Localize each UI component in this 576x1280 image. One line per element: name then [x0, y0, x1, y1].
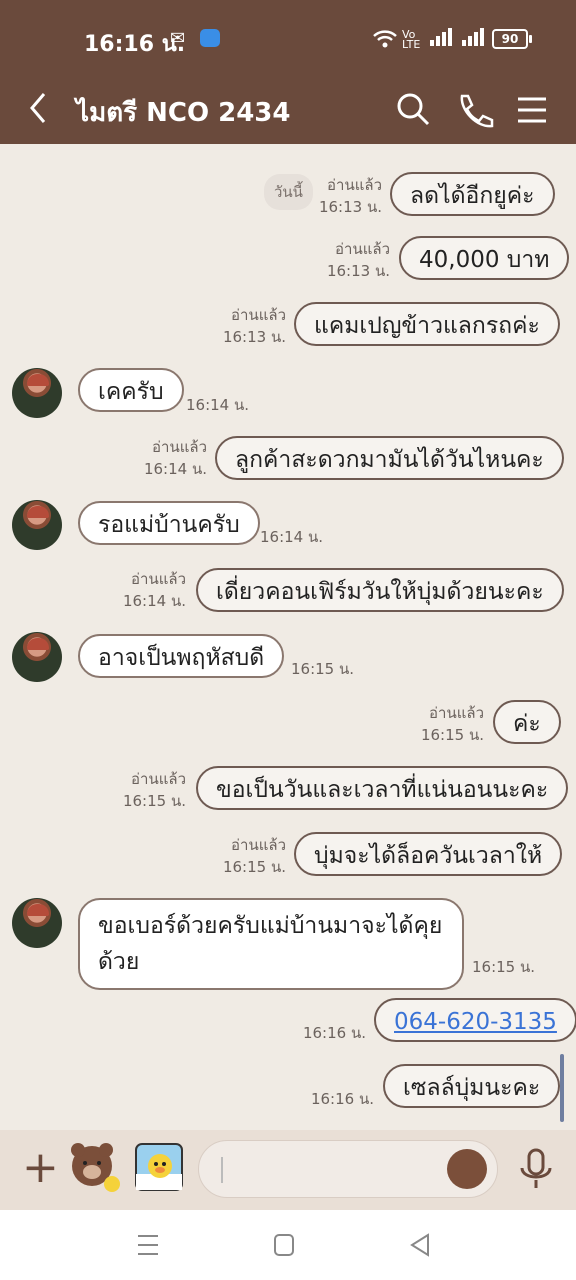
- call-icon[interactable]: [452, 88, 496, 132]
- app-icon: [200, 29, 220, 47]
- scrollbar[interactable]: [560, 1054, 564, 1122]
- plus-icon[interactable]: +: [22, 1144, 59, 1192]
- message-meta: อ่านแล้ว 16:13 น.: [222, 306, 286, 346]
- chat-title: ไมตรี NCO 2434: [76, 98, 291, 128]
- message-meta: อ่านแล้ว 16:14 น.: [122, 570, 186, 610]
- chat-header: ไมตรี NCO 2434: [0, 78, 576, 144]
- message-time: 16:14 น.: [260, 528, 324, 546]
- volte-icon: Vo LTE: [402, 28, 421, 51]
- message-meta: อ่านแล้ว 16:15 น.: [222, 836, 286, 876]
- bear-emoji-icon[interactable]: [447, 1149, 487, 1189]
- input-bar: +: [0, 1130, 576, 1210]
- message-bubble-out[interactable]: ลดได้อีกยูค่ะ: [390, 172, 555, 216]
- message-meta: อ่านแล้ว 16:13 น.: [318, 176, 382, 216]
- text-cursor: [221, 1157, 223, 1183]
- message-meta: อ่านแล้ว 16:15 น.: [122, 770, 186, 810]
- message-bubble-out[interactable]: ค่ะ: [493, 700, 561, 744]
- sticker-icon[interactable]: [68, 1140, 122, 1194]
- message-time: 16:16 น.: [302, 1024, 366, 1042]
- message-bubble-in[interactable]: เคครับ: [78, 368, 184, 412]
- message-time: 16:15 น.: [472, 958, 536, 976]
- message-bubble-out[interactable]: ขอเป็นวันและเวลาที่แน่นอนนะคะ: [196, 766, 569, 810]
- message-time: 16:16 น.: [310, 1090, 374, 1108]
- message-time: 16:15 น.: [291, 660, 355, 678]
- back-nav-icon[interactable]: [400, 1228, 440, 1262]
- wifi-icon: [372, 28, 398, 55]
- emoji-icon[interactable]: [132, 1140, 186, 1194]
- signal-icon: [428, 28, 454, 51]
- menu-icon[interactable]: [512, 88, 556, 132]
- signal-icon-2: [460, 28, 486, 51]
- message-bubble-in[interactable]: อาจเป็นพฤหัสบดี: [78, 634, 285, 678]
- message-input[interactable]: [198, 1140, 498, 1198]
- back-icon[interactable]: [26, 86, 50, 139]
- battery-icon: 90: [492, 29, 532, 49]
- status-bar: 16:16 น. ✉ Vo LTE 90: [0, 0, 576, 78]
- message-bubble-out[interactable]: 40,000 บาท: [399, 236, 570, 280]
- message-bubble-out[interactable]: เดี่ยวคอนเฟิร์มวันให้บุ่มด้วยนะคะ: [196, 568, 564, 612]
- avatar[interactable]: [12, 500, 62, 550]
- message-time: 16:14 น.: [186, 396, 250, 414]
- recents-icon[interactable]: [128, 1228, 168, 1262]
- message-meta: อ่านแล้ว 16:14 น.: [143, 438, 207, 478]
- message-bubble-in[interactable]: รอแม่บ้านครับ: [78, 501, 260, 545]
- chat-area[interactable]: วันนี้ อ่านแล้ว 16:13 น. ลดได้อีกยูค่ะ อ่…: [0, 144, 576, 1130]
- phone-link-bubble[interactable]: 064-620-3135: [374, 998, 576, 1042]
- message-meta: อ่านแล้ว 16:13 น.: [326, 240, 390, 280]
- message-bubble-out[interactable]: แคมเปญข้าวแลกรถค่ะ: [294, 302, 560, 346]
- message-bubble-out[interactable]: บุ่มจะได้ล็อควันเวลาให้: [294, 832, 563, 876]
- message-meta: อ่านแล้ว 16:15 น.: [420, 704, 484, 744]
- message-bubble-out[interactable]: ลูกค้าสะดวกมามันได้วันไหนคะ: [215, 436, 564, 480]
- system-nav-bar: [0, 1210, 576, 1280]
- message-bubble-out[interactable]: เซลล์บุ่มนะคะ: [383, 1064, 561, 1108]
- notification-icon: ✉: [170, 28, 186, 49]
- home-icon[interactable]: [264, 1228, 304, 1262]
- phone-link[interactable]: 064-620-3135: [394, 1009, 557, 1035]
- search-icon[interactable]: [392, 88, 436, 132]
- avatar[interactable]: [12, 368, 62, 418]
- message-bubble-in[interactable]: ขอเบอร์ด้วยครับแม่บ้านมาจะได้คุยด้วย: [78, 898, 464, 990]
- mic-icon[interactable]: [516, 1148, 556, 1192]
- avatar[interactable]: [12, 632, 62, 682]
- avatar[interactable]: [12, 898, 62, 948]
